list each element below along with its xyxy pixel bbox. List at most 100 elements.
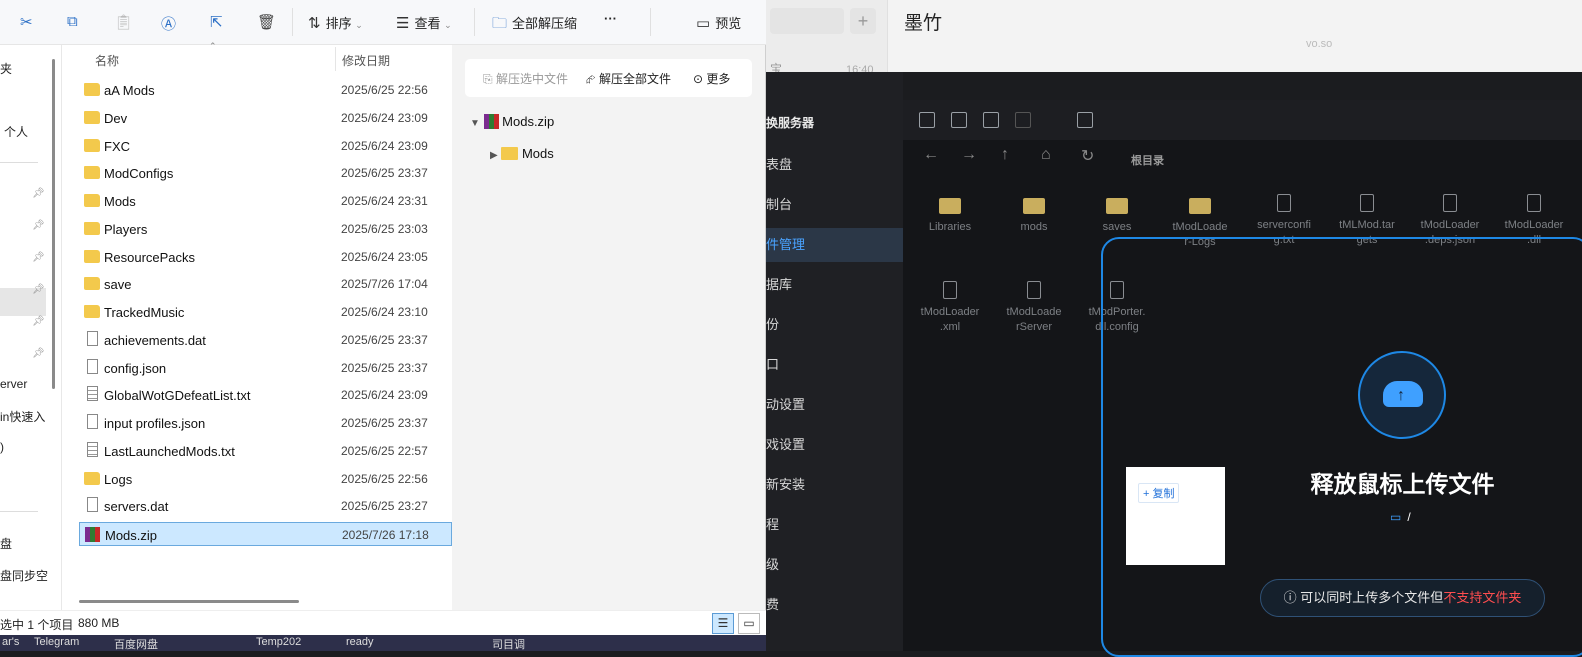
file-grid-label: tModLoade bbox=[1172, 221, 1228, 233]
more-options-button[interactable]: ⊙ 更多 bbox=[693, 70, 730, 87]
extract-all-files-button[interactable]: ⮳ 解压全部文件 bbox=[586, 70, 671, 87]
taskbar-item[interactable]: 百度网盘 bbox=[114, 636, 158, 652]
nav-item[interactable]: 盘同步空 bbox=[0, 567, 48, 584]
delete-icon[interactable] bbox=[1015, 112, 1031, 128]
table-row[interactable]: Logs 2025/6/25 22:56 bbox=[79, 467, 452, 491]
up-arrow-icon[interactable]: ↑ bbox=[1001, 146, 1009, 164]
table-row[interactable]: GlobalWotGDefeatList.txt 2025/6/24 23:09 bbox=[79, 383, 452, 407]
taskbar-item[interactable]: Temp202 bbox=[256, 636, 301, 648]
pin-icon[interactable]: 📌︎ bbox=[32, 188, 45, 199]
table-row[interactable]: Dev 2025/6/24 23:09 bbox=[79, 106, 452, 130]
nav-item[interactable]: erver bbox=[0, 377, 27, 391]
refresh-icon[interactable]: ↻ bbox=[1081, 146, 1094, 166]
details-view-icon[interactable]: ☰ bbox=[712, 613, 734, 634]
taskbar-item[interactable]: ar's bbox=[2, 636, 19, 648]
panel-nav-item[interactable]: 份 bbox=[766, 308, 903, 342]
table-row[interactable]: FXC 2025/6/24 23:09 bbox=[79, 134, 452, 158]
file-grid-item[interactable]: tModLoade rServer bbox=[999, 281, 1069, 335]
share-icon[interactable]: ⇱ bbox=[210, 13, 228, 31]
folder-icon bbox=[84, 305, 100, 318]
table-row[interactable]: aA Mods 2025/6/25 22:56 bbox=[79, 78, 452, 102]
expanded-chevron-icon[interactable]: ▼ bbox=[470, 118, 480, 129]
file-name: input profiles.json bbox=[104, 416, 206, 431]
tiles-view-icon[interactable]: ▭ bbox=[738, 613, 760, 634]
panel-nav-item[interactable]: 件管理 bbox=[766, 228, 903, 262]
archive-tree-child[interactable]: ▶ Mods bbox=[490, 146, 554, 161]
pin-icon[interactable]: 📌︎ bbox=[32, 220, 45, 231]
nav-item[interactable]: in快速入 bbox=[0, 408, 45, 425]
cut-icon[interactable]: ✂ bbox=[20, 13, 38, 31]
nav-item[interactable]: ) bbox=[0, 440, 4, 454]
table-row[interactable]: config.json 2025/6/25 23:37 bbox=[79, 356, 452, 380]
panel-nav-item[interactable]: 表盘 bbox=[766, 148, 903, 182]
pin-icon[interactable]: 📌︎ bbox=[32, 316, 45, 327]
extract-selected-button[interactable]: ⎘ 解压选中文件 bbox=[483, 70, 568, 87]
back-arrow-icon[interactable]: ← bbox=[923, 146, 939, 164]
nav-item[interactable]: 夹 bbox=[0, 60, 12, 77]
view-button[interactable]: ☰ 查看 ⌄ bbox=[396, 13, 452, 32]
column-separator[interactable] bbox=[335, 47, 336, 71]
taskbar-item[interactable]: ready bbox=[346, 636, 374, 648]
copy-icon[interactable]: ⧉ bbox=[67, 13, 83, 30]
nav-item[interactable]: 个人 bbox=[4, 123, 28, 140]
file-date: 2025/6/25 23:37 bbox=[341, 332, 428, 347]
switch-server[interactable]: 换服务器 bbox=[766, 114, 814, 131]
panel-nav-item[interactable]: 口 bbox=[766, 348, 903, 382]
collapsed-chevron-icon[interactable]: ▶ bbox=[490, 150, 498, 161]
file-grid-item[interactable]: saves bbox=[1082, 194, 1152, 235]
panel-nav-item[interactable]: 新安装 bbox=[766, 468, 903, 502]
panel-nav-item[interactable]: 制台 bbox=[766, 188, 903, 222]
panel-nav-item[interactable]: 戏设置 bbox=[766, 428, 903, 462]
more-button[interactable]: ··· bbox=[604, 11, 617, 26]
rename-icon[interactable]: Ⓐ bbox=[161, 13, 181, 34]
file-date: 2025/6/24 23:09 bbox=[341, 138, 428, 153]
view-label: 查看 bbox=[414, 16, 441, 31]
panel-nav-item[interactable]: 级 bbox=[766, 548, 903, 582]
new-file-icon[interactable] bbox=[951, 112, 967, 128]
background-search-box[interactable] bbox=[770, 8, 844, 34]
horizontal-scrollbar[interactable] bbox=[79, 600, 299, 603]
panel-nav-item[interactable]: 据库 bbox=[766, 268, 903, 302]
home-icon[interactable]: ⌂ bbox=[1041, 146, 1051, 164]
table-row[interactable]: LastLaunchedMods.txt 2025/6/25 22:57 bbox=[79, 439, 452, 463]
panel-nav-item[interactable]: 费 bbox=[766, 588, 903, 622]
table-row[interactable]: Mods.zip 2025/7/26 17:18 bbox=[79, 522, 452, 546]
server-icon[interactable] bbox=[1077, 112, 1093, 128]
forward-arrow-icon[interactable]: → bbox=[961, 146, 977, 164]
background-app: + 宝 16:40 墨竹 vo.so bbox=[766, 0, 1582, 76]
paste-icon[interactable]: 📋︎ bbox=[114, 13, 138, 31]
new-folder-icon[interactable] bbox=[919, 112, 935, 128]
pin-icon[interactable]: 📌︎ bbox=[32, 252, 45, 263]
add-button[interactable]: + bbox=[850, 8, 876, 34]
nav-scrollbar[interactable] bbox=[52, 59, 55, 389]
taskbar-item[interactable]: Telegram bbox=[34, 636, 79, 648]
sort-button[interactable]: ⇅ 排序 ⌄ bbox=[308, 13, 363, 32]
archive-name: Mods.zip bbox=[502, 114, 555, 129]
table-row[interactable]: servers.dat 2025/6/25 23:27 bbox=[79, 494, 452, 518]
file-grid-item[interactable]: Libraries bbox=[915, 194, 985, 235]
extract-all-button[interactable]: 🗀︎ 全部解压缩 bbox=[492, 13, 577, 38]
pin-icon[interactable]: 📌︎ bbox=[32, 284, 45, 295]
upload-file-icon[interactable] bbox=[983, 112, 999, 128]
table-row[interactable]: Players 2025/6/25 23:03 bbox=[79, 217, 452, 241]
preview-button[interactable]: ▭ 预览 bbox=[696, 13, 741, 32]
column-header-date[interactable]: 修改日期 bbox=[342, 52, 390, 69]
nav-item[interactable]: 盘 bbox=[0, 535, 12, 552]
table-row[interactable]: Mods 2025/6/24 23:31 bbox=[79, 189, 452, 213]
delete-icon[interactable]: 🗑︎ bbox=[257, 13, 281, 31]
table-row[interactable]: ResourcePacks 2025/6/24 23:05 bbox=[79, 245, 452, 269]
table-row[interactable]: save 2025/7/26 17:04 bbox=[79, 272, 452, 296]
table-row[interactable]: achievements.dat 2025/6/25 23:37 bbox=[79, 328, 452, 352]
nav-divider bbox=[0, 511, 38, 512]
pin-icon[interactable]: 📌︎ bbox=[32, 348, 45, 359]
taskbar-item[interactable]: 司目调 bbox=[492, 636, 525, 652]
file-grid-item[interactable]: mods bbox=[999, 194, 1069, 235]
table-row[interactable]: input profiles.json 2025/6/25 23:37 bbox=[79, 411, 452, 435]
panel-nav-item[interactable]: 动设置 bbox=[766, 388, 903, 422]
panel-nav-item[interactable]: 程 bbox=[766, 508, 903, 542]
file-grid-item[interactable]: tModLoader .xml bbox=[915, 281, 985, 335]
table-row[interactable]: ModConfigs 2025/6/25 23:37 bbox=[79, 161, 452, 185]
table-row[interactable]: TrackedMusic 2025/6/24 23:10 bbox=[79, 300, 452, 324]
archive-tree-root[interactable]: ▼ Mods.zip bbox=[470, 114, 554, 129]
column-header-name[interactable]: 名称 bbox=[95, 52, 119, 69]
